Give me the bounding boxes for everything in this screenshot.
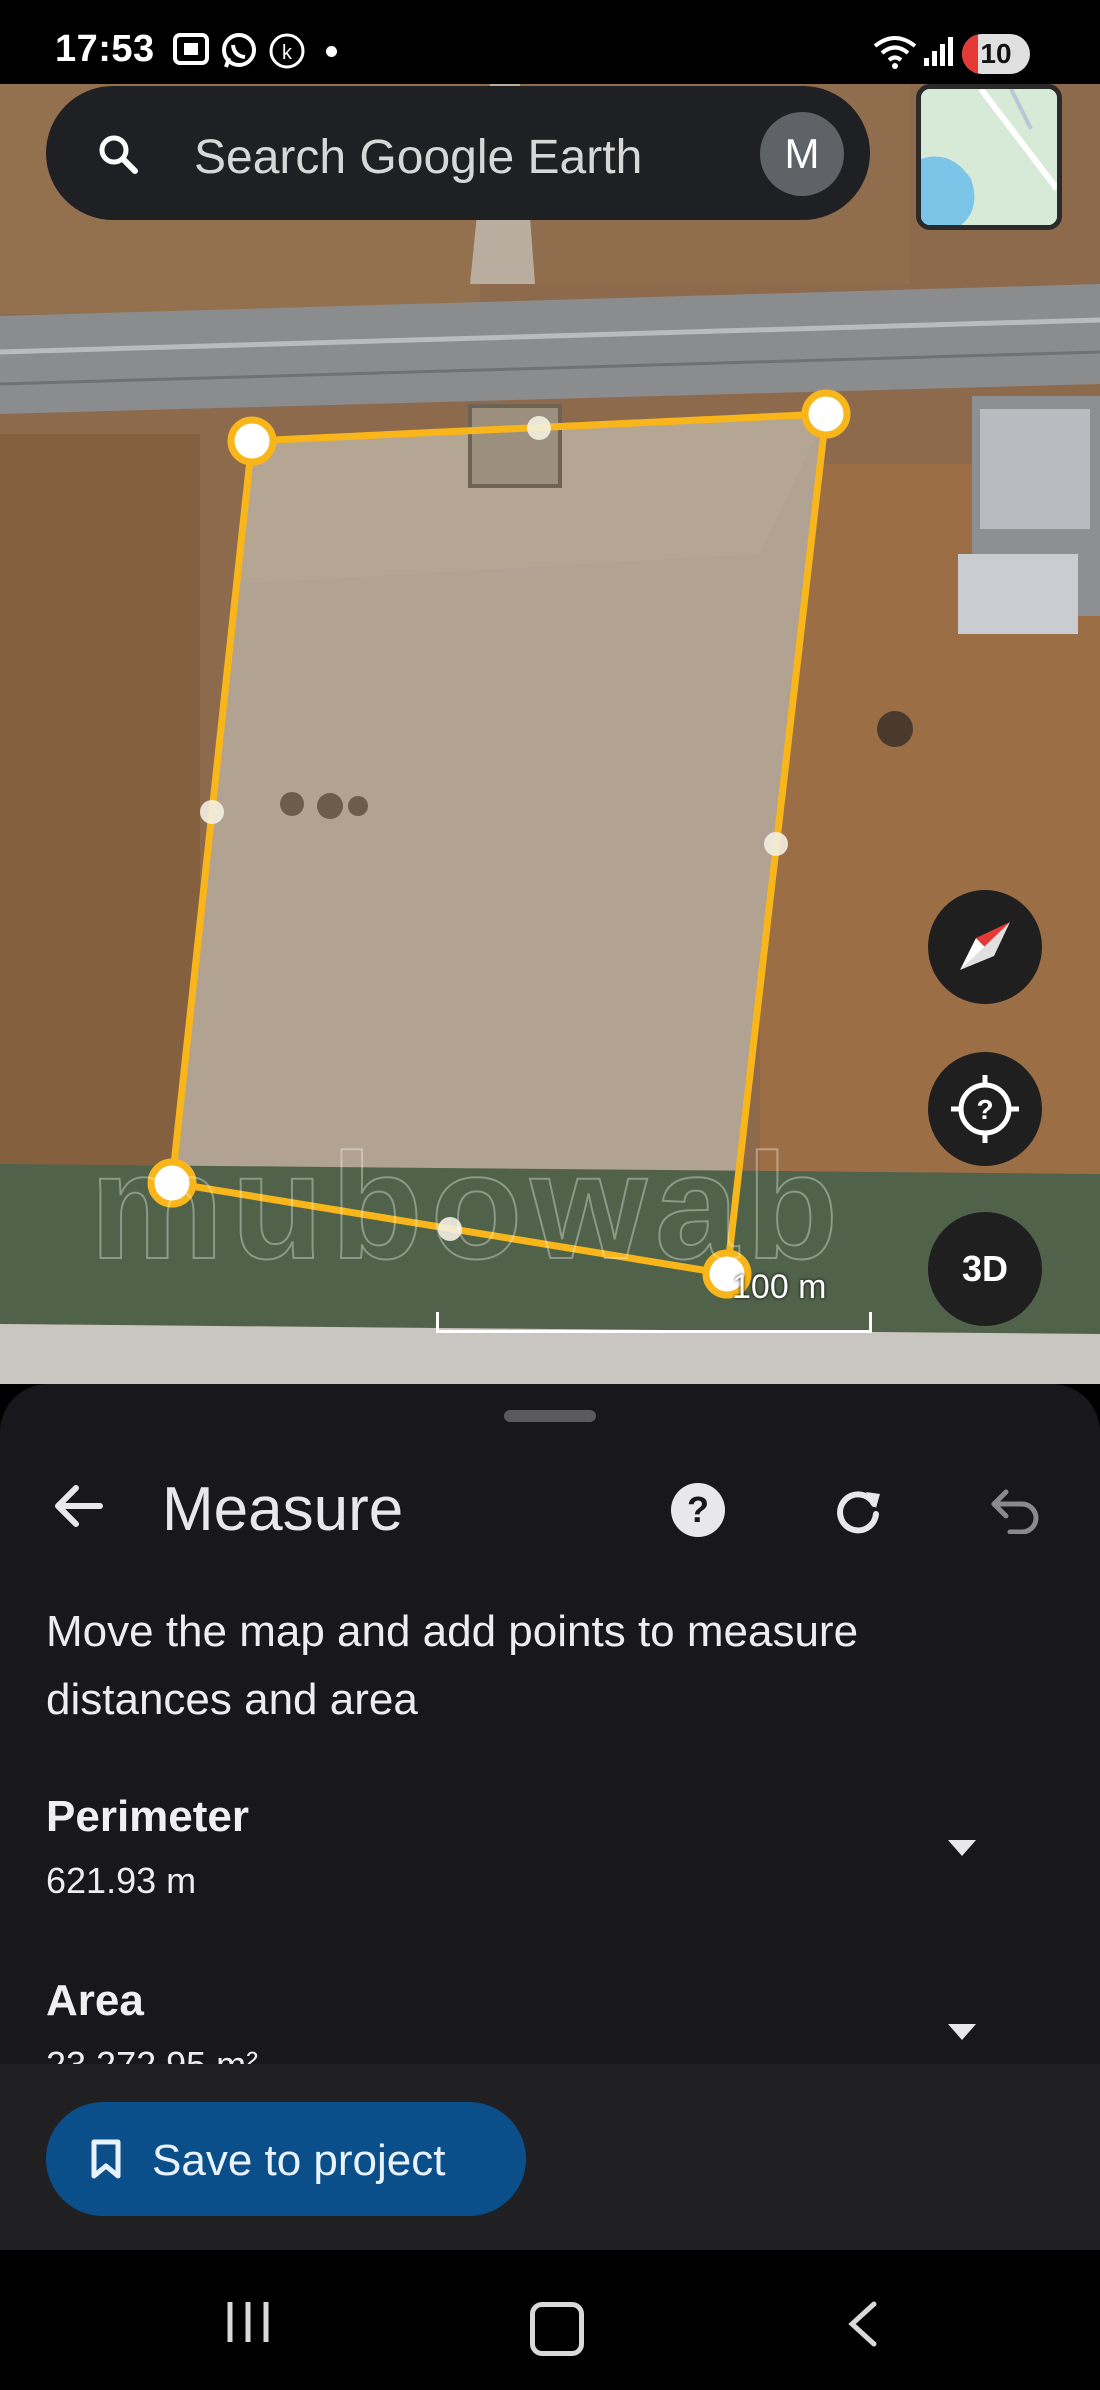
- drag-handle[interactable]: [504, 1410, 596, 1422]
- svg-text:?: ?: [976, 1094, 993, 1125]
- status-time: 17:53: [55, 28, 155, 70]
- search-icon: [96, 132, 140, 181]
- scale-bar: [436, 1312, 872, 1333]
- battery-indicator: 10: [962, 34, 1030, 74]
- k-app-icon: k: [268, 32, 306, 78]
- svg-text:?: ?: [687, 1489, 709, 1530]
- home-icon[interactable]: [530, 2302, 584, 2356]
- svg-text:k: k: [282, 42, 293, 64]
- compass-button[interactable]: [928, 890, 1042, 1004]
- status-bar: 17:53 k 10: [0, 0, 1100, 84]
- undo-icon[interactable]: [988, 1484, 1044, 1539]
- area-expand-icon[interactable]: [948, 2024, 976, 2040]
- search-input[interactable]: Search Google Earth: [194, 130, 642, 185]
- perimeter-expand-icon[interactable]: [948, 1840, 976, 1856]
- system-nav-bar: [0, 2250, 1100, 2390]
- area-label: Area: [46, 1976, 144, 2025]
- back-icon[interactable]: [50, 1482, 106, 1535]
- signal-icon: [922, 34, 956, 76]
- screenshot-icon: [172, 32, 210, 74]
- wifi-icon: [872, 34, 918, 78]
- help-icon[interactable]: ?: [670, 1482, 726, 1543]
- panel-instructions: Move the map and add points to measure d…: [46, 1607, 859, 1724]
- my-location-button[interactable]: ?: [928, 1052, 1042, 1166]
- perimeter-label: Perimeter: [46, 1792, 250, 1841]
- save-to-project-button[interactable]: Save to project: [46, 2102, 526, 2216]
- battery-level: 10: [980, 38, 1012, 69]
- location-target-icon: ?: [951, 1075, 1019, 1143]
- system-back-icon[interactable]: [842, 2300, 882, 2353]
- recents-icon[interactable]: [224, 2300, 272, 2349]
- scale-label: 100 m: [732, 1268, 827, 1306]
- account-avatar[interactable]: M: [760, 112, 844, 196]
- toggle-3d-label: 3D: [961, 1248, 1009, 1289]
- toggle-3d-button[interactable]: 3D: [928, 1212, 1042, 1326]
- notification-dot: [326, 46, 337, 57]
- save-to-project-label: Save to project: [152, 2136, 446, 2185]
- bookmark-icon: [88, 2138, 124, 2185]
- perimeter-value: 621.93 m: [46, 1860, 197, 1901]
- compass-icon: [960, 922, 1010, 970]
- panel-title: Measure: [162, 1475, 404, 1544]
- action-bar: Save to project: [0, 2064, 1100, 2250]
- search-bar[interactable]: Search Google Earth M: [46, 86, 870, 220]
- map-style-button[interactable]: [916, 84, 1062, 230]
- refresh-icon[interactable]: [830, 1482, 886, 1543]
- whatsapp-icon: [220, 32, 258, 78]
- map-thumbnail-icon: [921, 89, 1057, 225]
